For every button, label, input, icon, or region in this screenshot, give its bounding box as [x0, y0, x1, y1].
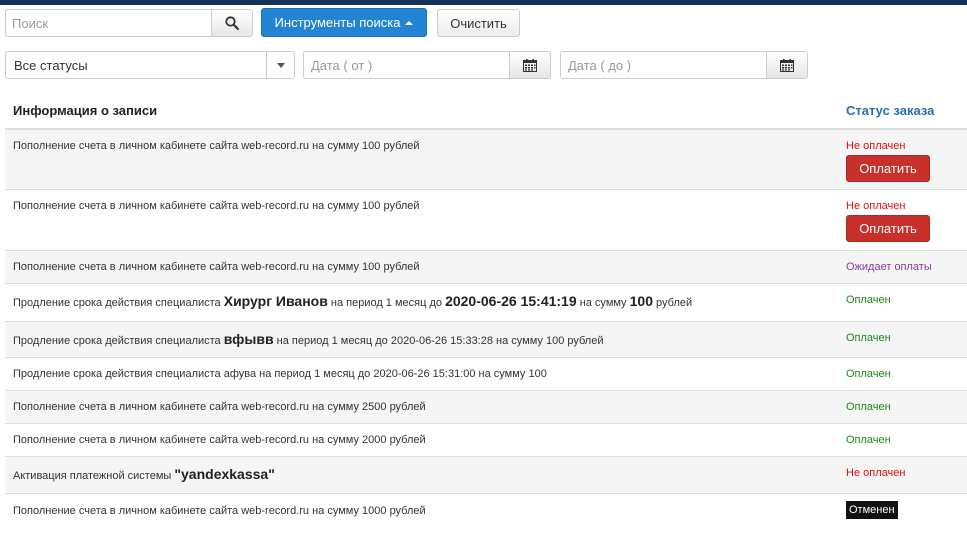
date-from-calendar-button[interactable] [509, 51, 551, 79]
status-filter-value: Все статусы [14, 57, 88, 73]
clear-button[interactable]: Очистить [437, 9, 520, 37]
table-row: Пополнение счета в личном кабинете сайта… [5, 391, 967, 424]
search-input[interactable] [5, 9, 211, 37]
pay-button[interactable]: Оплатить [846, 215, 930, 242]
date-from-group [303, 51, 551, 79]
date-to-input[interactable] [560, 51, 766, 79]
status-badge: Оплачен [846, 368, 891, 380]
amount: 100 [629, 293, 653, 309]
calendar-icon [523, 58, 537, 72]
status-badge: Оплачен [846, 434, 891, 446]
table-row: Пополнение счета в личном кабинете сайта… [5, 190, 967, 251]
table-header: Информация о записи Статус заказа [5, 93, 967, 130]
record-info: Пополнение счета в личном кабинете сайта… [13, 200, 420, 212]
search-tools-label: Инструменты поиска [274, 15, 401, 30]
search-group [5, 9, 253, 37]
status-badge: Не оплачен [846, 200, 906, 212]
table-row: Пополнение счета в личном кабинете сайта… [5, 251, 967, 284]
date-to-group [560, 51, 808, 79]
search-button[interactable] [211, 9, 253, 37]
record-info: Пополнение счета в личном кабинете сайта… [13, 261, 420, 273]
pay-button[interactable]: Оплатить [846, 155, 930, 182]
date-from-input[interactable] [303, 51, 509, 79]
caret-up-icon [405, 20, 414, 25]
record-info: Продление срока действия специалиста афу… [13, 368, 547, 380]
expiry-date: 2020-06-26 15:41:19 [445, 293, 577, 309]
status-badge: Ожидает оплаты [846, 261, 932, 273]
table-row: Продление срока действия специалиста Хир… [5, 284, 967, 322]
column-header-info: Информация о записи [13, 103, 158, 118]
status-badge: Отменен [846, 501, 898, 519]
record-info: Пополнение счета в личном кабинете сайта… [13, 505, 426, 517]
calendar-icon [780, 58, 794, 72]
record-info: Пополнение счета в личном кабинете сайта… [13, 140, 420, 152]
status-badge: Не оплачен [846, 467, 906, 479]
chevron-down-icon [276, 62, 285, 68]
table-row: Продление срока действия специалиста афу… [5, 358, 967, 391]
status-filter-arrow[interactable] [266, 52, 294, 78]
date-to-calendar-button[interactable] [766, 51, 808, 79]
record-info: Пополнение счета в личном кабинете сайта… [13, 401, 426, 413]
table-row: Активация платежной системы "yandexkassa… [5, 457, 967, 494]
payment-system-name: "yandexkassa" [174, 466, 275, 482]
status-badge: Оплачен [846, 294, 891, 306]
record-info: Активация платежной системы [13, 470, 172, 482]
table-row: Продление срока действия специалиста вфы… [5, 322, 967, 358]
top-bar [0, 0, 967, 5]
status-badge: Оплачен [846, 332, 891, 344]
column-header-status[interactable]: Статус заказа [846, 103, 967, 118]
status-badge: Оплачен [846, 401, 891, 413]
record-info: Продление срока действия специалиста [13, 335, 221, 347]
record-info: Продление срока действия специалиста [13, 297, 221, 309]
record-info: Пополнение счета в личном кабинете сайта… [13, 434, 426, 446]
status-badge: Не оплачен [846, 140, 906, 152]
status-filter-select[interactable]: Все статусы [5, 51, 295, 79]
table-row: Пополнение счета в личном кабинете сайта… [5, 424, 967, 457]
search-icon [225, 16, 239, 30]
search-tools-button[interactable]: Инструменты поиска [261, 8, 427, 37]
table-row: Пополнение счета в личном кабинете сайта… [5, 494, 967, 528]
specialist-name: вфывв [223, 331, 274, 347]
specialist-name: Хирург Иванов [223, 293, 328, 309]
orders-table: Информация о записи Статус заказа Пополн… [5, 93, 967, 528]
table-row: Пополнение счета в личном кабинете сайта… [5, 130, 967, 190]
